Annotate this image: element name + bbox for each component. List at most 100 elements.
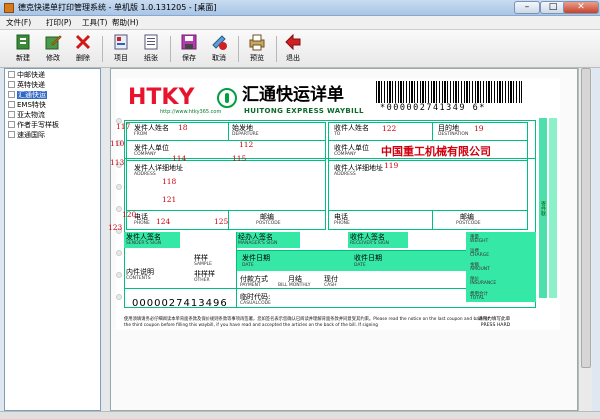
field-number[interactable]: 114: [172, 154, 186, 163]
paper-icon: [142, 33, 160, 51]
item-button[interactable]: 项目: [108, 33, 134, 66]
press-hard-note: 请用力填写此单 PRESS HARD: [478, 317, 511, 328]
field-number[interactable]: 18: [178, 123, 188, 132]
payment-en: PAYMENT: [240, 283, 261, 288]
tree-item[interactable]: 亚太物流: [8, 110, 45, 120]
divider: [126, 160, 326, 161]
menu-print[interactable]: 打印(P): [46, 17, 71, 29]
recipient-phone-label: 电话: [334, 213, 348, 221]
sprocket-hole: [116, 272, 122, 278]
new-label: 新建: [16, 54, 30, 62]
node-icon: [8, 131, 15, 138]
tree-item-label: 速通国际: [17, 131, 45, 139]
recipient-company-label: 收件人单位: [334, 144, 369, 152]
weight-en: WEIGHT: [470, 239, 489, 244]
paper-button[interactable]: 纸张: [138, 33, 164, 66]
exit-arrow-icon: [284, 33, 302, 51]
delete-button[interactable]: 删除: [70, 33, 96, 66]
toolbar-separator: [170, 36, 171, 62]
tree-item-label: 作者手写样板: [17, 121, 59, 129]
field-number[interactable]: 121: [162, 195, 176, 204]
vertical-scrollbar[interactable]: [578, 68, 592, 411]
tree-item[interactable]: 中邮快递: [8, 70, 45, 80]
tree-item[interactable]: 速通国际: [8, 130, 45, 140]
receive-date-en: DATE: [354, 263, 366, 268]
cash-label: 现付: [324, 275, 338, 283]
minimize-button[interactable]: –: [514, 1, 540, 14]
tree-item-label: 英特快递: [17, 81, 45, 89]
field-number[interactable]: 123: [108, 223, 122, 232]
template-tree: 中邮快递 英特快递 汇通快运 EMS特快 亚太物流 作者手写样板 速通国际: [4, 68, 101, 411]
exit-button[interactable]: 退出: [280, 33, 306, 66]
field-number[interactable]: 120: [122, 210, 136, 219]
toolbar-separator: [102, 36, 103, 62]
edit-icon: [44, 33, 62, 51]
non-sample-label: 非样样: [194, 270, 215, 278]
node-icon: [8, 91, 15, 98]
cod-label: 临时代码:: [240, 293, 271, 301]
tree-item-label: 中邮快递: [17, 71, 45, 79]
divider: [124, 288, 466, 289]
tree-item-selected[interactable]: 汇通快运: [8, 90, 47, 100]
cancel-button[interactable]: 取消: [206, 33, 232, 66]
sender-address-label: 发件人详细地址: [134, 164, 183, 172]
divider: [126, 140, 326, 141]
delete-label: 删除: [76, 54, 90, 62]
divider: [228, 122, 229, 140]
title-bar: 德克快递单打印管理系统 - 单机版 1.0.131205 - [桌面] – □ …: [0, 0, 600, 16]
destination-en: DESTINATION: [438, 132, 469, 137]
field-number[interactable]: 117: [116, 122, 130, 131]
new-icon: [14, 33, 32, 51]
waybill-number: 0000027413496: [132, 298, 228, 309]
field-number[interactable]: 124: [156, 217, 170, 226]
terms-footer: 使用须填请务必仔细阅读本单背面条款及保价规则条款等事项再签署，您如签名表示您确认…: [124, 317, 490, 328]
item-label: 项目: [114, 54, 128, 62]
divider: [328, 160, 528, 161]
tree-item[interactable]: 作者手写样板: [8, 120, 59, 130]
total-en: TOTAL: [470, 296, 485, 301]
divider: [328, 140, 528, 141]
recipient-address-en: ADDRESS: [334, 172, 356, 177]
field-number[interactable]: 112: [239, 140, 253, 149]
menu-file[interactable]: 文件(F): [6, 17, 31, 29]
cancel-icon: [210, 33, 228, 51]
side-tab: 寄件联: [539, 118, 547, 298]
sender-postcode-en: POSTCODE: [256, 221, 281, 226]
field-number[interactable]: 118: [162, 177, 176, 186]
recipient-company-value: 中国重工机械有限公司: [381, 145, 491, 158]
sender-phone-en: PHONE: [134, 221, 150, 226]
delete-icon: [74, 33, 92, 51]
close-button[interactable]: ✕: [563, 1, 599, 14]
handler-sign-label: 经办人签名: [238, 233, 273, 241]
edit-button[interactable]: 修改: [40, 33, 66, 66]
save-button[interactable]: 保存: [176, 33, 202, 66]
splitter[interactable]: [103, 68, 109, 411]
destination-label: 目的地: [438, 124, 459, 132]
brand-url: http://www.htky365.com: [160, 109, 222, 115]
field-number[interactable]: 119: [384, 161, 398, 170]
tree-item[interactable]: EMS特快: [8, 100, 46, 110]
field-number[interactable]: 110: [110, 139, 124, 148]
scroll-thumb[interactable]: [581, 68, 591, 368]
sender-name-en: FROM: [134, 132, 148, 137]
menu-tools[interactable]: 工具(T): [82, 17, 107, 29]
exit-label: 退出: [286, 54, 300, 62]
receive-date-label: 收件日期: [354, 254, 382, 262]
recipient-company-en: COMPANY: [334, 152, 357, 157]
paper-label: 纸张: [144, 54, 158, 62]
new-button[interactable]: 新建: [10, 33, 36, 66]
tree-item-label: 亚太物流: [17, 111, 45, 119]
field-number[interactable]: 113: [110, 158, 124, 167]
freight-en: CHARGE: [470, 253, 490, 258]
divider: [432, 122, 433, 140]
preview-label: 预览: [250, 54, 264, 62]
field-number[interactable]: 115: [232, 154, 246, 163]
menu-help[interactable]: 帮助(H): [112, 17, 139, 29]
tree-item[interactable]: 英特快递: [8, 80, 45, 90]
sender-company-label: 发件人单位: [134, 144, 169, 152]
field-number[interactable]: 19: [474, 124, 484, 133]
preview-button[interactable]: 预览: [244, 33, 270, 66]
field-number[interactable]: 122: [382, 124, 396, 133]
field-number[interactable]: 125: [214, 217, 228, 226]
ship-date-label: 发件日期: [242, 254, 270, 262]
